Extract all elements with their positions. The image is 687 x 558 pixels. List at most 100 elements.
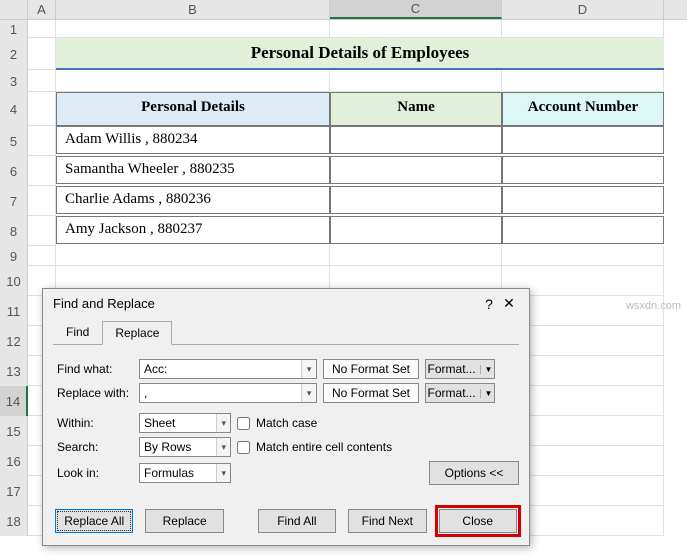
cell[interactable] — [28, 246, 56, 266]
table-cell[interactable]: Charlie Adams , 880236 — [56, 186, 330, 214]
row-header-2[interactable]: 2 — [0, 38, 28, 70]
col-header-a[interactable]: A — [28, 0, 56, 19]
row-header-17[interactable]: 17 — [0, 476, 28, 506]
options-button[interactable]: Options << — [429, 461, 519, 485]
table-cell[interactable]: Adam Willis , 880234 — [56, 126, 330, 154]
table-cell[interactable] — [330, 216, 502, 244]
table-cell[interactable] — [330, 126, 502, 154]
search-value — [140, 438, 216, 456]
table-cell[interactable] — [330, 186, 502, 214]
find-what-input[interactable]: ▾ — [139, 359, 317, 379]
cell[interactable] — [28, 20, 56, 38]
cell[interactable] — [56, 246, 330, 266]
row-header-7[interactable]: 7 — [0, 186, 28, 216]
row-header-8[interactable]: 8 — [0, 216, 28, 246]
column-headers: A B C D — [0, 0, 687, 20]
help-icon[interactable]: ? — [479, 296, 499, 312]
col-header-c[interactable]: C — [330, 0, 502, 19]
chevron-down-icon[interactable]: ▾ — [301, 384, 316, 402]
row-header-11[interactable]: 11 — [0, 296, 28, 326]
search-select[interactable]: ▾ — [139, 437, 231, 457]
match-case-checkbox[interactable]: Match case — [237, 416, 317, 430]
lookin-value — [140, 464, 216, 482]
table-cell[interactable]: Samantha Wheeler , 880235 — [56, 156, 330, 184]
tab-find[interactable]: Find — [53, 320, 102, 344]
replace-with-field[interactable] — [140, 384, 301, 402]
close-button[interactable]: Close — [439, 509, 517, 533]
select-all-corner[interactable] — [0, 0, 28, 19]
cell[interactable] — [28, 70, 56, 92]
cell[interactable] — [56, 20, 330, 38]
dialog-title-text: Find and Replace — [53, 296, 155, 311]
row-header-14[interactable]: 14 — [0, 386, 28, 416]
replace-format-preview: No Format Set — [323, 383, 419, 403]
find-what-label: Find what: — [53, 362, 133, 376]
row-header-4[interactable]: 4 — [0, 92, 28, 126]
replace-format-button[interactable]: Format...▼ — [425, 383, 495, 403]
row-header-16[interactable]: 16 — [0, 446, 28, 476]
cell[interactable] — [28, 92, 56, 126]
chevron-down-icon[interactable]: ▼ — [480, 389, 493, 398]
row-header-5[interactable]: 5 — [0, 126, 28, 156]
chevron-down-icon[interactable]: ▾ — [216, 414, 230, 432]
row-header-1[interactable]: 1 — [0, 20, 28, 38]
row-header-6[interactable]: 6 — [0, 156, 28, 186]
dialog-tabs: Find Replace — [43, 318, 529, 344]
cell[interactable] — [502, 20, 664, 38]
close-icon[interactable]: ✕ — [499, 295, 519, 312]
cell[interactable] — [28, 38, 56, 70]
cell[interactable] — [330, 20, 502, 38]
dialog-titlebar[interactable]: Find and Replace ? ✕ — [43, 289, 529, 318]
find-format-preview: No Format Set — [323, 359, 419, 379]
within-select[interactable]: ▾ — [139, 413, 231, 433]
search-label: Search: — [53, 440, 133, 454]
lookin-select[interactable]: ▾ — [139, 463, 231, 483]
cell[interactable] — [28, 126, 56, 156]
table-cell[interactable] — [502, 126, 664, 154]
col-header-d[interactable]: D — [502, 0, 664, 19]
replace-button[interactable]: Replace — [145, 509, 223, 533]
within-label: Within: — [53, 416, 133, 430]
find-next-button[interactable]: Find Next — [348, 509, 426, 533]
col-header-b[interactable]: B — [56, 0, 330, 19]
replace-with-label: Replace with: — [53, 386, 133, 400]
find-what-field[interactable] — [140, 360, 301, 378]
cell[interactable] — [28, 186, 56, 216]
match-entire-checkbox[interactable]: Match entire cell contents — [237, 440, 392, 454]
cell[interactable] — [28, 216, 56, 246]
row-header-15[interactable]: 15 — [0, 416, 28, 446]
cell[interactable] — [502, 70, 664, 92]
chevron-down-icon[interactable]: ▼ — [480, 365, 493, 374]
table-cell[interactable] — [330, 156, 502, 184]
tab-replace[interactable]: Replace — [102, 321, 172, 345]
cell[interactable] — [330, 246, 502, 266]
table-cell[interactable]: Amy Jackson , 880237 — [56, 216, 330, 244]
find-format-button[interactable]: Format...▼ — [425, 359, 495, 379]
page-title[interactable]: Personal Details of Employees — [56, 38, 664, 70]
cell[interactable] — [56, 70, 330, 92]
row-header-3[interactable]: 3 — [0, 70, 28, 92]
chevron-down-icon[interactable]: ▾ — [216, 438, 230, 456]
table-header-account[interactable]: Account Number — [502, 92, 664, 126]
row-header-18[interactable]: 18 — [0, 506, 28, 536]
row-header-9[interactable]: 9 — [0, 246, 28, 266]
watermark: wsxdn.com — [626, 300, 681, 312]
table-header-name[interactable]: Name — [330, 92, 502, 126]
replace-with-input[interactable]: ▾ — [139, 383, 317, 403]
table-cell[interactable] — [502, 156, 664, 184]
row-header-12[interactable]: 12 — [0, 326, 28, 356]
row-header-10[interactable]: 10 — [0, 266, 28, 296]
replace-all-button[interactable]: Replace All — [55, 509, 133, 533]
chevron-down-icon[interactable]: ▾ — [301, 360, 316, 378]
cell[interactable] — [28, 156, 56, 186]
chevron-down-icon[interactable]: ▾ — [216, 464, 230, 482]
row-header-13[interactable]: 13 — [0, 356, 28, 386]
table-header-personal[interactable]: Personal Details — [56, 92, 330, 126]
find-all-button[interactable]: Find All — [258, 509, 336, 533]
cell[interactable] — [330, 70, 502, 92]
table-cell[interactable] — [502, 186, 664, 214]
table-cell[interactable] — [502, 216, 664, 244]
cell[interactable] — [502, 246, 664, 266]
within-value — [140, 414, 216, 432]
find-replace-dialog: Find and Replace ? ✕ Find Replace Find w… — [42, 288, 530, 546]
